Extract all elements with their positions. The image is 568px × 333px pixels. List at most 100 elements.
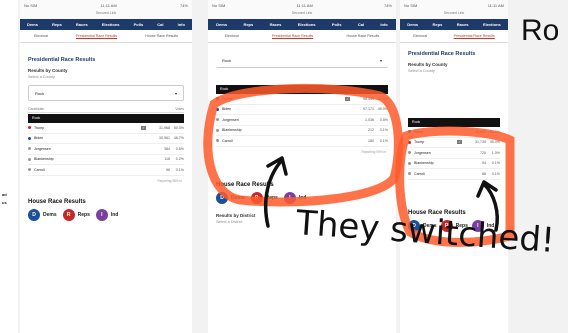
tab-house[interactable]: House Race Results (347, 34, 380, 38)
reps-icon: R (250, 191, 263, 204)
candidate-name: Blankenship (222, 128, 242, 133)
table-row: Trump ✓ 98,449 50.4% (216, 94, 388, 105)
vote-percent: 1.0% (491, 150, 500, 155)
dems-chip[interactable]: D Dems (28, 208, 57, 221)
nav-item[interactable]: Info (178, 22, 185, 27)
tab-presidential[interactable]: Presidential Race Results (76, 34, 117, 38)
vote-percent: 50.3% (173, 125, 184, 130)
party-dot (28, 136, 31, 140)
vote-count: 94 (482, 161, 486, 166)
candidate-name: Carroll (34, 167, 45, 172)
county-select-value: Rock (35, 90, 45, 96)
county-select[interactable]: Rock ▾ (28, 85, 184, 101)
nav-item[interactable]: Races (457, 22, 469, 27)
nav-item[interactable]: Races (76, 22, 88, 27)
nav-item[interactable]: Dems (216, 22, 227, 27)
table-row: Biden 38,419 54.5% (408, 127, 500, 138)
county-select-value: Rock (222, 57, 232, 63)
clock: 11:11 AM (296, 3, 313, 8)
top-nav: Dems Reps Races Elections (400, 19, 508, 30)
section-title: Presidential Race Results (28, 57, 96, 63)
carrier-label: No SIM (24, 3, 38, 8)
nav-item[interactable]: Reps (243, 22, 253, 27)
tab-presidential[interactable]: Presidential Race Results (272, 34, 313, 38)
url-bar[interactable]: Secured Link (400, 11, 508, 19)
table-row: Jorgensen 1,036 0.5% (216, 115, 388, 126)
party-dot (216, 128, 219, 132)
party-dot (28, 126, 31, 130)
select-hint: Select a County (28, 75, 55, 79)
party-dot (408, 161, 411, 165)
tab-presidential[interactable]: Presidential Race Results (454, 34, 495, 38)
reps-chip[interactable]: R Reps (250, 191, 278, 204)
vote-count: 118 (164, 157, 170, 162)
vote-count: 88 (482, 171, 486, 176)
dems-chip[interactable]: D Dems (216, 191, 245, 204)
reps-label: Reps (265, 194, 278, 201)
party-dot (216, 139, 219, 143)
candidate-name: Biden (222, 107, 232, 112)
table-row: Blankenship 212 0.1% (216, 126, 388, 136)
candidate-name: Jorgensen (414, 150, 431, 155)
candidate-name: Trump (414, 140, 425, 145)
nav-item[interactable]: Dems (407, 22, 418, 27)
tab-electoral[interactable]: Electoral (34, 34, 48, 38)
left-snippet-text: ad (2, 192, 7, 197)
url-bar[interactable]: Secured Link (208, 11, 396, 19)
candidate-name: Trump (34, 125, 45, 130)
results-table: Biden 38,419 54.5% Trump ✓ 31,730 45.0% Jorgens… (400, 127, 508, 180)
party-dot (216, 107, 219, 111)
nav-item[interactable]: Elections (483, 22, 501, 27)
url-bar[interactable]: Secured Link (20, 11, 192, 19)
county-select[interactable]: Rock ▾ (216, 53, 388, 68)
party-dot (408, 140, 411, 144)
ind-chip[interactable]: I Ind (283, 191, 307, 204)
party-dot (216, 118, 219, 122)
vote-percent: 0.2% (175, 157, 184, 162)
party-dot (28, 147, 31, 151)
vote-percent: 48.7% (173, 136, 184, 141)
phone-screenshot-3: No SIM 11:11 AM Secured Link Dems Reps R… (400, 0, 508, 333)
reps-chip[interactable]: R Reps (62, 208, 90, 221)
slide-headline: Ro (521, 14, 560, 47)
nav-item[interactable]: Reps (52, 22, 62, 27)
party-dot (408, 172, 411, 176)
candidate-name: Biden (34, 136, 44, 141)
tab-electoral[interactable]: Electoral (413, 34, 427, 38)
vote-percent: 0.5% (379, 117, 388, 122)
tab-house[interactable]: House Race Results (145, 34, 178, 38)
ind-label: Ind (298, 194, 307, 201)
table-header: Candidate Votes (28, 107, 184, 113)
nav-item[interactable]: Polls (332, 22, 342, 27)
nav-item[interactable]: Dems (27, 22, 38, 27)
reps-label: Reps (77, 211, 90, 218)
nav-item[interactable]: Cal (358, 22, 364, 27)
nav-item[interactable]: Polls (134, 22, 144, 27)
vote-count: 96 (166, 167, 170, 172)
vote-percent: 0.1% (379, 128, 388, 133)
col-votes: Votes (175, 107, 184, 111)
nav-item[interactable]: Races (270, 22, 282, 27)
party-dot (408, 151, 411, 155)
vote-count: 1,036 (365, 117, 374, 122)
nav-item[interactable]: Reps (433, 22, 443, 27)
vote-percent: 45.0% (489, 140, 500, 145)
nav-item[interactable]: Elections (102, 22, 120, 27)
reporting-note: Reporting 98% in (157, 178, 182, 183)
vote-percent: 0.1% (491, 171, 500, 176)
tab-electoral[interactable]: Electoral (225, 34, 239, 38)
vote-count: 30,961 (159, 136, 170, 141)
vote-count: 212 (368, 128, 374, 133)
nav-item[interactable]: Elections (298, 22, 316, 27)
candidate-name: Jorgensen (222, 117, 239, 122)
candidate-name: Carroll (414, 171, 425, 176)
results-by-heading: Results by County (408, 62, 448, 67)
nav-item[interactable]: Cal (157, 22, 163, 27)
clock: 11:11 AM (487, 3, 504, 8)
nav-item[interactable]: Info (380, 22, 387, 27)
carrier-label: No SIM (212, 3, 226, 8)
table-row: Blankenship 118 0.2% (28, 155, 184, 165)
ind-chip[interactable]: I Ind (95, 208, 118, 221)
table-row: Blankenship 94 0.1% (408, 159, 500, 169)
candidate-name: Carroll (222, 138, 233, 143)
